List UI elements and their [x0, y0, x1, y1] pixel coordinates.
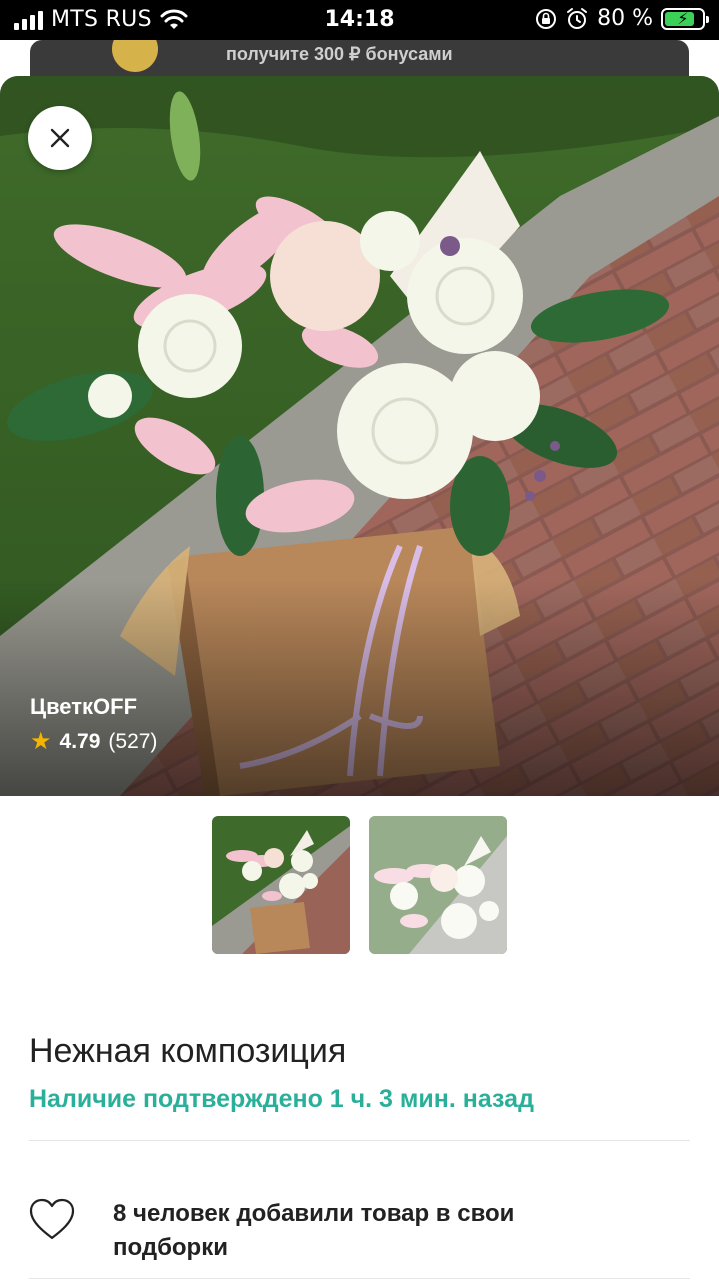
battery-icon: ⚡ [661, 7, 709, 30]
review-count: (527) [108, 730, 158, 753]
battery-percent: 80 % [597, 6, 653, 31]
close-icon [50, 128, 70, 148]
heart-icon[interactable] [28, 1197, 76, 1241]
promo-banner-text: получите 300 ₽ бонусами [226, 44, 453, 64]
thumbnail-image [369, 816, 507, 954]
alarm-icon [567, 7, 588, 29]
thumbnail-1[interactable] [212, 816, 350, 954]
rating-value: 4.79 [59, 730, 101, 753]
coin-icon [112, 40, 158, 72]
status-bar: MTS RUS 14:18 80 % ⚡ [0, 0, 719, 40]
availability-status: Наличие подтверждено 1 ч. 3 мин. назад [29, 1085, 534, 1113]
shop-rating: ★ 4.79 (527) [30, 730, 157, 754]
product-title: Нежная композиция [29, 1032, 347, 1070]
thumbnail-image [212, 816, 350, 954]
thumbnail-2[interactable] [369, 816, 507, 954]
shop-name[interactable]: ЦветкOFF [30, 694, 157, 720]
divider [29, 1140, 690, 1141]
star-icon: ★ [30, 728, 52, 755]
divider [29, 1278, 690, 1279]
orientation-lock-icon [536, 8, 557, 29]
bouquet-photo [0, 76, 719, 796]
favorites-count-text: 8 человек добавили товар в свои подборки [113, 1200, 515, 1261]
promo-banner: получите 300 ₽ бонусами [30, 40, 689, 80]
shop-info[interactable]: ЦветкOFF ★ 4.79 (527) [30, 694, 157, 754]
close-button[interactable] [28, 106, 92, 170]
favorites-row: 8 человек добавили товар в свои подборки [28, 1197, 533, 1265]
thumbnail-strip [212, 816, 507, 954]
product-photo[interactable]: ЦветкOFF ★ 4.79 (527) [0, 76, 719, 796]
